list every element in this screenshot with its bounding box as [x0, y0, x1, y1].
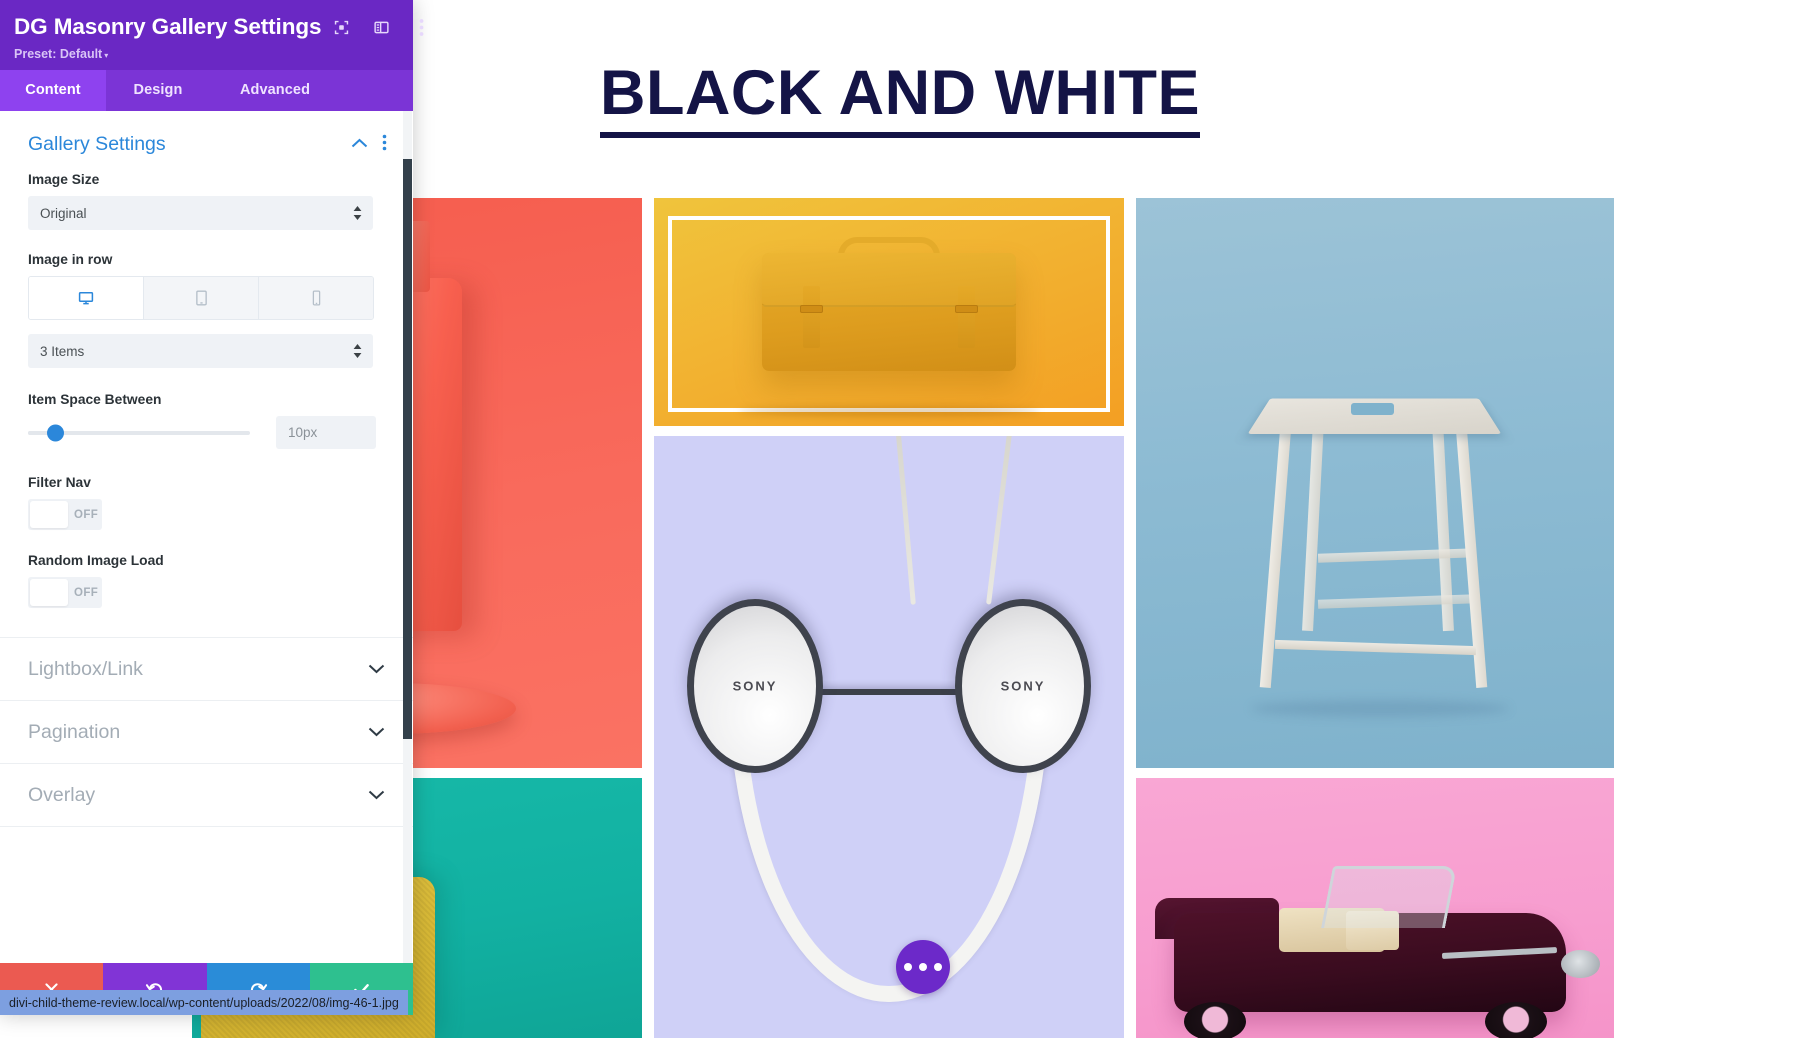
accordion-lightbox-link[interactable]: Lightbox/Link [0, 638, 413, 701]
filter-nav-label: Filter Nav [28, 475, 385, 490]
accordion-title: Lightbox/Link [28, 658, 143, 681]
item-space-value: 10px [288, 425, 317, 440]
random-image-load-toggle[interactable]: OFF [28, 577, 102, 608]
preset-selector[interactable]: Preset: Default▾ [14, 47, 399, 70]
tab-design[interactable]: Design [106, 70, 210, 111]
section-title: Gallery Settings [28, 133, 166, 156]
random-image-load-label: Random Image Load [28, 553, 385, 568]
field-filter-nav: Filter Nav OFF [0, 449, 413, 530]
field-random-image-load: Random Image Load OFF [0, 530, 413, 608]
field-items-count: 3 Items [0, 320, 413, 368]
image-size-label: Image Size [28, 172, 385, 187]
gallery-item-stool[interactable] [1136, 198, 1614, 768]
dot-3 [934, 963, 942, 971]
device-desktop-button[interactable] [29, 277, 144, 319]
modal-header: DG Masonry Gallery Settings [0, 0, 413, 70]
image-size-select[interactable]: Original [28, 196, 373, 230]
status-url: divi-child-theme-review.local/wp-content… [9, 996, 399, 1010]
device-phone-button[interactable] [259, 277, 373, 319]
filter-nav-state: OFF [74, 509, 98, 521]
gallery-item-car[interactable] [1136, 778, 1614, 1038]
image-in-row-label: Image in row [28, 252, 385, 267]
panel-layout-icon[interactable] [361, 10, 401, 44]
tab-advanced[interactable]: Advanced [210, 70, 340, 111]
more-options-icon[interactable] [401, 10, 441, 44]
yellow-bag-photo [654, 198, 1124, 426]
chevron-down-icon [368, 661, 385, 678]
accordion-pagination[interactable]: Pagination [0, 701, 413, 764]
focus-icon[interactable] [321, 10, 361, 44]
dot-2 [919, 963, 927, 971]
responsive-device-toggle [28, 276, 374, 320]
toggle-knob [30, 579, 68, 606]
module-settings-modal: DG Masonry Gallery Settings [0, 0, 413, 1015]
gallery-column-2: SONY SONY [654, 198, 1124, 1048]
item-space-input[interactable]: 10px [276, 416, 376, 449]
random-image-load-state: OFF [74, 587, 98, 599]
image-options-button[interactable] [896, 940, 950, 994]
pink-car-photo [1136, 778, 1614, 1038]
items-count-select[interactable]: 3 Items [28, 334, 373, 368]
filter-nav-toggle[interactable]: OFF [28, 499, 102, 530]
chevron-up-icon[interactable] [351, 136, 368, 154]
headphones-photo: SONY SONY [654, 436, 1124, 1038]
item-space-slider[interactable] [28, 431, 250, 435]
image-size-value: Original [40, 206, 87, 221]
modal-scrollbar[interactable] [403, 111, 412, 963]
select-arrows-icon [353, 344, 362, 358]
field-item-space-between: Item Space Between 10px [0, 368, 413, 449]
items-count-value: 3 Items [40, 344, 84, 359]
select-arrows-icon [353, 206, 362, 220]
toggle-knob [30, 501, 68, 528]
chevron-down-icon [368, 787, 385, 804]
gallery-settings-section-header[interactable]: Gallery Settings [0, 111, 413, 162]
browser-status-bar: divi-child-theme-review.local/wp-content… [0, 990, 408, 1015]
gallery-column-3 [1136, 198, 1614, 1048]
field-image-in-row: Image in row [0, 230, 413, 320]
modal-body: Gallery Settings Image Size [0, 111, 413, 963]
preset-label: Preset: Default [14, 47, 102, 61]
section-more-icon[interactable] [382, 134, 387, 156]
accordion-title: Pagination [28, 721, 120, 744]
modal-header-icons [321, 10, 441, 44]
wooden-stool-photo [1136, 198, 1614, 768]
gallery-item-headphones[interactable]: SONY SONY [654, 436, 1124, 1038]
accordion-title: Overlay [28, 784, 95, 807]
modal-title: DG Masonry Gallery Settings [14, 14, 321, 40]
gallery-item-bag[interactable] [654, 198, 1124, 426]
modal-tabs: Content Design Advanced [0, 70, 413, 111]
item-space-label: Item Space Between [28, 392, 385, 407]
dot-1 [904, 963, 912, 971]
tab-content[interactable]: Content [0, 70, 106, 111]
preset-caret-icon: ▾ [104, 51, 108, 60]
scrollbar-thumb[interactable] [403, 159, 412, 739]
page-title: BLACK AND WHITE [600, 60, 1200, 138]
chevron-down-icon [368, 724, 385, 741]
field-image-size: Image Size Original [0, 162, 413, 230]
accordion-overlay[interactable]: Overlay [0, 764, 413, 827]
slider-handle[interactable] [47, 424, 64, 441]
device-tablet-button[interactable] [144, 277, 259, 319]
